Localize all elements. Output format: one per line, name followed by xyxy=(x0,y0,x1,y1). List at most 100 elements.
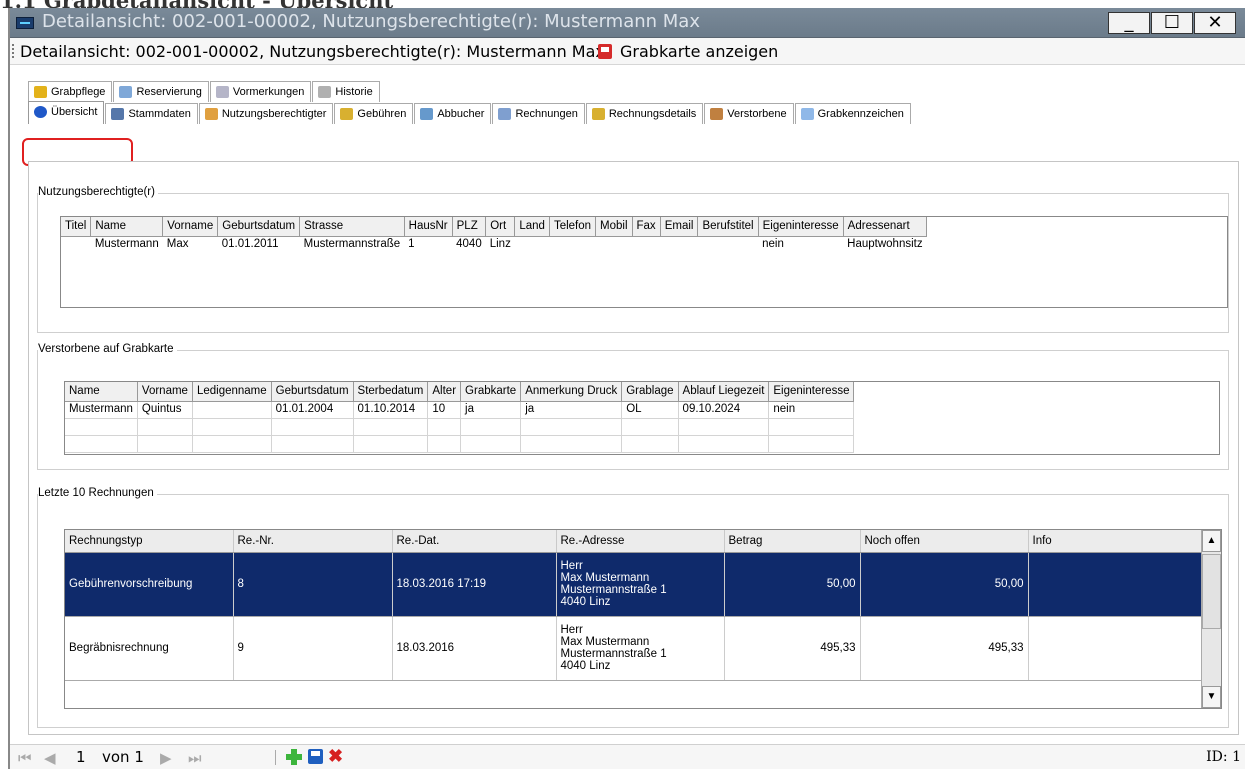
table-cell xyxy=(460,435,522,453)
address-line: Mustermannstraße 1 xyxy=(560,648,667,660)
table-cell: 01.01.2011 xyxy=(221,237,279,250)
column-header[interactable]: Re.-Nr. xyxy=(233,530,393,553)
column-header[interactable]: Sterbedatum xyxy=(353,382,429,402)
invoice-info xyxy=(1028,616,1204,681)
column-header[interactable]: Vorname xyxy=(137,382,193,402)
column-header[interactable]: Grabkarte xyxy=(460,382,522,402)
column-header[interactable]: PLZ xyxy=(452,217,487,237)
column-header[interactable]: Email xyxy=(660,217,699,237)
tab-vormerkungen[interactable]: Vormerkungen xyxy=(209,81,312,102)
toolbar-grip[interactable] xyxy=(12,44,14,58)
minimize-button[interactable]: _ xyxy=(1108,12,1150,34)
next-record-icon[interactable]: ▶ xyxy=(160,749,172,767)
column-header[interactable]: Ablauf Liegezeit xyxy=(678,382,770,402)
column-header[interactable]: Betrag xyxy=(724,530,861,553)
tab-rechnungen[interactable]: Rechnungen xyxy=(492,103,585,124)
column-header[interactable]: Telefon xyxy=(549,217,597,237)
column-header[interactable]: Info xyxy=(1028,530,1204,553)
column-header[interactable]: Rechnungstyp xyxy=(65,530,234,553)
column-header[interactable]: Grablage xyxy=(621,382,679,402)
tab-verstorbene[interactable]: Verstorbene xyxy=(704,103,794,124)
title-bar[interactable]: Detailansicht: 002-001-00002, Nutzungsbe… xyxy=(10,8,1245,38)
save-icon[interactable] xyxy=(308,749,323,764)
scroll-up-button[interactable]: ▲ xyxy=(1202,530,1221,552)
column-header[interactable]: Re.-Dat. xyxy=(392,530,557,553)
empty-row[interactable] xyxy=(65,418,855,436)
tab-stammdaten-icon xyxy=(111,108,125,120)
tab-label: Vormerkungen xyxy=(232,86,305,98)
previous-record-icon[interactable]: ◀ xyxy=(44,749,56,767)
invoice-row[interactable]: Begräbnisrechnung 9 18.03.2016 Herr Max Must… xyxy=(65,616,1204,681)
tab-historie-icon xyxy=(318,86,332,98)
column-header[interactable]: Ort xyxy=(485,217,516,237)
column-header[interactable]: Adressenart xyxy=(843,217,928,237)
column-header[interactable]: Titel xyxy=(61,217,92,237)
invoice-row[interactable]: Gebührenvorschreibung 8 18.03.2016 17:19 He… xyxy=(65,552,1204,617)
tab-nutzungsberechtigter[interactable]: Nutzungsberechtigter xyxy=(198,103,334,124)
scroll-down-button[interactable]: ▼ xyxy=(1202,686,1221,708)
column-header[interactable]: Noch offen xyxy=(860,530,1029,553)
record-id: ID: 1 xyxy=(1206,749,1241,765)
grid-verstorbene[interactable]: Name Vorname Ledigenname Geburtsdatum Sterbe… xyxy=(64,381,1220,455)
table-row[interactable]: Mustermann Quintus 01.01.2004 01.10.2014 10 j… xyxy=(65,401,855,419)
column-header[interactable]: Re.-Adresse xyxy=(556,530,725,553)
close-button[interactable]: ✕ xyxy=(1194,12,1236,34)
invoice-info xyxy=(1028,552,1204,617)
table-cell xyxy=(137,418,193,436)
delete-icon[interactable]: ✖ xyxy=(328,746,343,767)
rechnungen-scrollbar[interactable]: ▲ ▼ xyxy=(1201,530,1221,708)
column-header[interactable]: Mobil xyxy=(595,217,633,237)
tab-abbucher[interactable]: Abbucher xyxy=(414,103,492,124)
scroll-thumb[interactable] xyxy=(1202,554,1221,629)
maximize-button[interactable]: ☐ xyxy=(1151,12,1193,34)
tab-verstorbene-icon xyxy=(710,108,724,120)
table-cell xyxy=(596,236,632,253)
tab-label: Übersicht xyxy=(51,106,98,118)
column-header[interactable]: Eigeninteresse xyxy=(768,382,855,402)
first-record-icon[interactable]: ⏮ xyxy=(18,749,32,767)
column-header[interactable]: Ledigenname xyxy=(192,382,272,402)
column-header[interactable]: Geburtsdatum xyxy=(271,382,354,402)
invoice-date: 18.03.2016 17:19 xyxy=(392,552,557,617)
tab-gebühren[interactable]: Gebühren xyxy=(334,103,414,124)
tab-row-lower: Übersicht Stammdaten Nutzungsberechtigter G… xyxy=(28,101,912,124)
table-cell xyxy=(768,418,855,436)
detail-window: Detailansicht: 002-001-00002, Nutzungsbe… xyxy=(8,8,1245,769)
last-record-icon[interactable]: ⏭ xyxy=(188,749,202,767)
table-cell: Hauptwohnsitz xyxy=(847,237,923,250)
add-icon[interactable] xyxy=(286,749,302,765)
column-header[interactable]: Vorname xyxy=(162,217,219,237)
tab-übersicht[interactable]: Übersicht xyxy=(28,101,105,124)
grid-nutzungsberechtigte[interactable]: Titel Name Vorname Geburtsdatum Strasse HausN… xyxy=(60,216,1228,308)
tab-rechnungsdetails[interactable]: Rechnungsdetails xyxy=(585,103,704,124)
tab-label: Rechnungsdetails xyxy=(608,108,697,120)
column-header[interactable]: Fax xyxy=(632,217,661,237)
column-header[interactable]: Alter xyxy=(427,382,462,402)
table-row[interactable]: Mustermann Max 01.01.2011 Mustermannstraße 1… xyxy=(61,236,927,253)
invoice-date: 18.03.2016 xyxy=(392,616,557,681)
column-header[interactable]: Strasse xyxy=(299,217,405,237)
tab-reservierung[interactable]: Reservierung xyxy=(113,81,209,102)
column-header[interactable]: Eigeninteresse xyxy=(758,217,844,237)
tab-grabkennzeichen[interactable]: Grabkennzeichen xyxy=(794,103,911,124)
table-cell: 1 xyxy=(408,237,415,250)
column-header[interactable]: Land xyxy=(514,217,550,237)
tab-stammdaten[interactable]: Stammdaten xyxy=(105,103,198,124)
tab-gebühren-icon xyxy=(340,108,354,120)
table-cell xyxy=(353,435,429,453)
column-header[interactable]: Anmerkung Druck xyxy=(520,382,623,402)
current-page[interactable]: 1 xyxy=(76,748,86,766)
pdf-icon[interactable] xyxy=(598,44,612,59)
tab-label: Abbucher xyxy=(437,108,485,120)
column-header[interactable]: Name xyxy=(65,382,138,402)
empty-row[interactable] xyxy=(65,435,855,453)
tab-historie[interactable]: Historie xyxy=(312,81,380,102)
column-header[interactable]: Name xyxy=(90,217,164,237)
tab-grabpflege[interactable]: Grabpflege xyxy=(28,81,113,102)
grid-rechnungen[interactable]: Rechnungstyp Re.-Nr. Re.-Dat. Re.-Adresse Be… xyxy=(64,529,1222,709)
column-header[interactable]: HausNr xyxy=(404,217,453,237)
column-header[interactable]: Geburtsdatum xyxy=(217,217,301,237)
column-header[interactable]: Berufstitel xyxy=(697,217,759,237)
address-line: Herr xyxy=(560,624,583,636)
grabkarte-anzeigen-button[interactable]: Grabkarte anzeigen xyxy=(620,42,778,61)
